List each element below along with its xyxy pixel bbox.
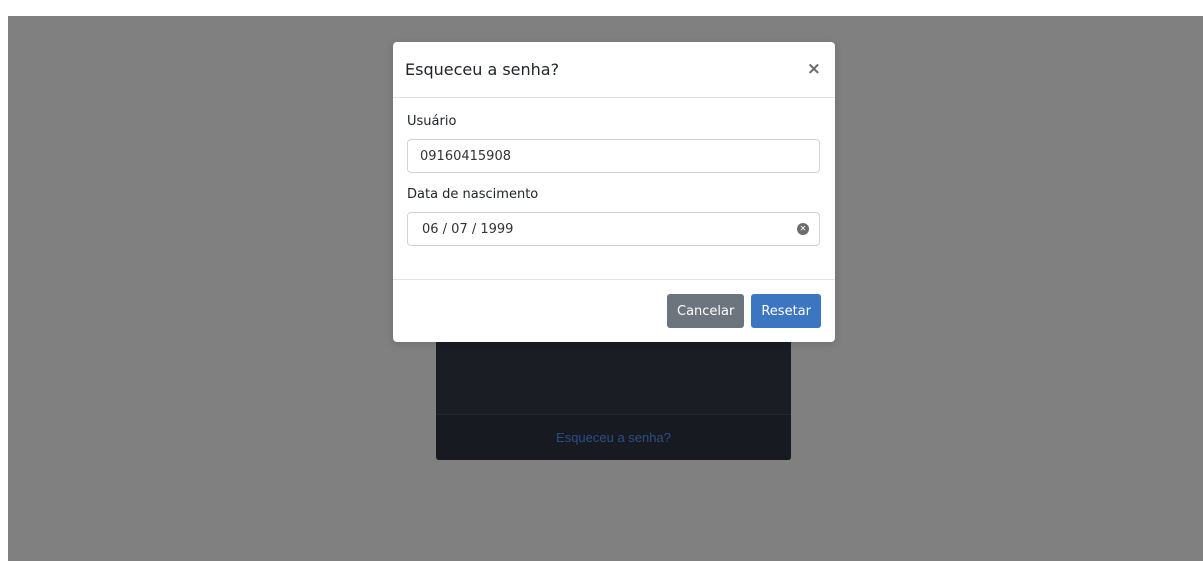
close-icon[interactable]: × — [807, 61, 821, 78]
birth-date-input[interactable] — [407, 212, 820, 246]
clear-icon[interactable]: ✕ — [797, 223, 809, 235]
login-card-footer: Esqueceu a senha? — [436, 414, 791, 460]
user-input-wrap — [407, 139, 821, 173]
cancel-button[interactable]: Cancelar — [667, 294, 745, 328]
forgot-password-modal: Esqueceu a senha? × Usuário Data de nasc… — [393, 42, 835, 342]
user-label: Usuário — [407, 114, 457, 129]
reset-button[interactable]: Resetar — [751, 294, 821, 328]
user-field-group: Usuário — [407, 114, 821, 173]
modal-title: Esqueceu a senha? — [405, 60, 560, 79]
birth-date-input-wrap: ✕ — [407, 212, 821, 246]
user-input[interactable] — [407, 139, 820, 173]
birth-date-label: Data de nascimento — [407, 187, 539, 202]
forgot-password-link[interactable]: Esqueceu a senha? — [556, 430, 671, 445]
modal-header: Esqueceu a senha? × — [393, 42, 835, 98]
modal-footer: Cancelar Resetar — [393, 279, 835, 342]
birth-date-field-group: Data de nascimento ✕ — [407, 187, 821, 246]
page-backdrop: Esqueceu a senha? Esqueceu a senha? × Us… — [8, 16, 1203, 561]
modal-body: Usuário Data de nascimento ✕ — [393, 98, 835, 279]
